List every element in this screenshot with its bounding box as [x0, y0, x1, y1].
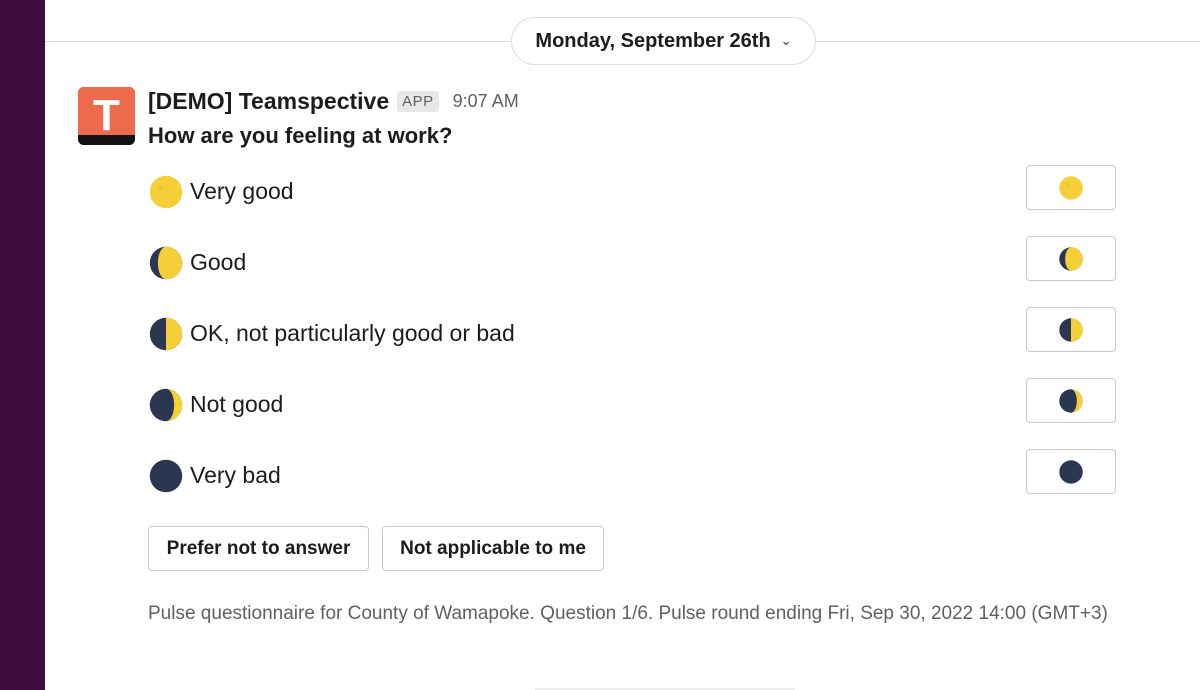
new-moon-icon: [1059, 459, 1083, 484]
full-moon-icon: [149, 175, 183, 209]
first-quarter-moon-icon: [149, 317, 183, 351]
option-label: Good: [190, 249, 247, 275]
option-vote-button[interactable]: [1026, 236, 1116, 281]
app-avatar[interactable]: T: [78, 87, 135, 145]
app-badge: APP: [397, 90, 439, 112]
first-quarter-moon-icon: [1059, 317, 1083, 342]
waxing-gibbous-moon-icon: [149, 246, 183, 280]
chevron-down-icon: ⌄: [780, 33, 792, 48]
option-row: Very good: [148, 165, 1118, 212]
waxing-gibbous-moon-icon: [148, 245, 184, 281]
option-label: OK, not particularly good or bad: [190, 320, 515, 346]
sender-name[interactable]: [DEMO] Teamspective: [148, 88, 389, 115]
option-vote-button[interactable]: [1026, 165, 1116, 210]
date-label: Monday, September 26th: [535, 29, 771, 52]
option-label: Very good: [190, 178, 294, 204]
prefer-not-to-answer-button[interactable]: Prefer not to answer: [148, 526, 369, 571]
full-moon-icon: [148, 174, 184, 210]
new-moon-icon: [149, 459, 183, 493]
not-applicable-button[interactable]: Not applicable to me: [382, 526, 604, 571]
message-header: [DEMO] Teamspective APP 9:07 AM: [148, 86, 519, 116]
first-quarter-moon-icon: [148, 316, 184, 352]
option-vote-button[interactable]: [1026, 378, 1116, 423]
full-moon-icon: [1059, 175, 1083, 200]
option-row: Not good: [148, 378, 1118, 425]
waxing-gibbous-moon-icon: [1059, 246, 1083, 271]
waxing-crescent-moon-icon: [149, 388, 183, 422]
pulse-footer-text: Pulse questionnaire for County of Wamapo…: [148, 603, 1108, 624]
option-label: Not good: [190, 391, 284, 417]
waxing-crescent-moon-icon: [1059, 388, 1083, 413]
new-moon-icon: [148, 458, 184, 494]
option-row: Good: [148, 236, 1118, 283]
date-divider-pill[interactable]: Monday, September 26th ⌄: [511, 17, 816, 65]
option-row: Very bad: [148, 449, 1118, 496]
option-row: OK, not particularly good or bad: [148, 307, 1118, 354]
option-label: Very bad: [190, 462, 281, 488]
workspace-sidebar: [0, 0, 45, 690]
message-timestamp[interactable]: 9:07 AM: [453, 91, 519, 112]
message-pane: Monday, September 26th ⌄ T [DEMO] Teamsp…: [45, 0, 1200, 690]
question-text: How are you feeling at work?: [148, 123, 453, 148]
waxing-crescent-moon-icon: [148, 387, 184, 423]
option-vote-button[interactable]: [1026, 307, 1116, 352]
option-vote-button[interactable]: [1026, 449, 1116, 494]
avatar-letter: T: [93, 91, 120, 140]
